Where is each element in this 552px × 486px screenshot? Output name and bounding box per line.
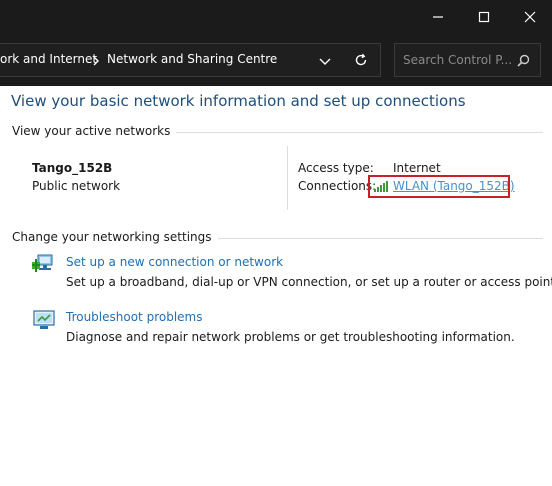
troubleshoot-description: Diagnose and repair network problems or … [66, 330, 515, 344]
network-name: Tango_152B [32, 161, 113, 175]
main-content: View your basic network information and … [0, 86, 552, 486]
page-title: View your basic network information and … [11, 92, 466, 110]
maximize-icon [478, 11, 490, 23]
breadcrumb-network-and-sharing-centre[interactable]: Network and Sharing Centre [107, 52, 277, 66]
access-type-value: Internet [393, 161, 441, 175]
connections-label: Connections: [298, 179, 377, 193]
access-type-label: Access type: [298, 161, 374, 175]
chevron-right-icon [93, 56, 99, 66]
search-icon[interactable] [517, 54, 530, 67]
vertical-divider [287, 146, 288, 210]
minimize-button[interactable] [415, 0, 461, 34]
change-settings-label: Change your networking settings [12, 230, 218, 244]
search-placeholder: Search Control P... [403, 53, 513, 67]
maximize-button[interactable] [461, 0, 507, 34]
setup-connection-link[interactable]: Set up a new connection or network [66, 255, 283, 269]
address-bar: ork and Internet Network and Sharing Cen… [0, 34, 552, 86]
chevron-down-icon[interactable] [319, 56, 331, 66]
close-button[interactable] [507, 0, 552, 34]
connection-highlight-box [368, 175, 510, 198]
breadcrumb-network-and-internet[interactable]: ork and Internet [0, 52, 97, 66]
network-setup-icon [32, 254, 53, 272]
minimize-icon [433, 16, 443, 18]
active-networks-label: View your active networks [12, 124, 177, 138]
network-type[interactable]: Public network [32, 179, 120, 193]
setup-connection-description: Set up a broadband, dial-up or VPN conne… [66, 275, 552, 289]
refresh-icon[interactable] [354, 53, 368, 67]
close-icon [524, 11, 536, 23]
troubleshoot-icon [33, 310, 55, 329]
breadcrumb[interactable]: ork and Internet Network and Sharing Cen… [0, 43, 381, 77]
troubleshoot-link[interactable]: Troubleshoot problems [66, 310, 202, 324]
title-bar [0, 0, 552, 34]
search-input[interactable]: Search Control P... [394, 43, 541, 77]
